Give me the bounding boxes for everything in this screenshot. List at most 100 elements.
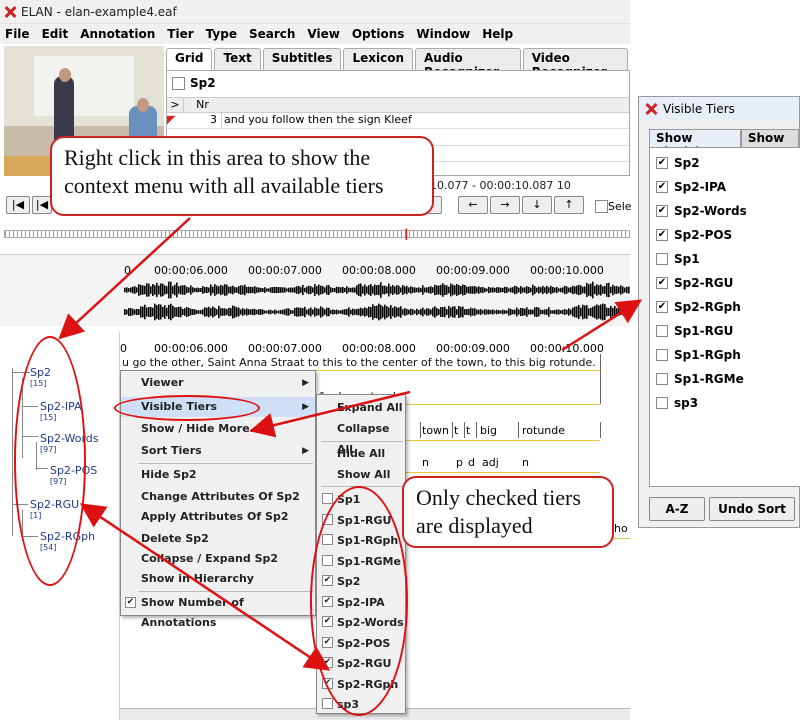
sp2-annotation[interactable]: u go the other, Saint Anna Straat to thi… (122, 356, 596, 369)
ruler-tick: 00:00:08.000 (342, 264, 416, 277)
checkbox-checked-icon[interactable]: ✔ (656, 181, 668, 193)
tab-subtitles[interactable]: Subtitles (262, 48, 342, 70)
word-annotation[interactable]: t (454, 424, 458, 437)
table-row[interactable]: ◤ 3 and you follow then the sign Kleef (167, 113, 629, 129)
menu-item-show-hide-more[interactable]: Show / Hide More... (121, 419, 315, 439)
dialog-tier-sp1-rgph[interactable]: Sp1-RGph (656, 344, 741, 366)
dialog-tier-sp2-ipa[interactable]: ✔ Sp2-IPA (656, 176, 726, 198)
word-annotation[interactable]: t (466, 424, 470, 437)
dialog-tier-sp2-words[interactable]: ✔ Sp2-Words (656, 200, 747, 222)
dialog-tier-sp2-pos[interactable]: ✔ Sp2-POS (656, 224, 732, 246)
menu-item-collapse-all[interactable]: Collapse All (317, 418, 405, 456)
dialog-tier-label: Sp2-IPA (674, 180, 727, 194)
menu-item-sort-tiers[interactable]: Sort Tiers ▶ (121, 441, 315, 461)
dialog-tier-sp1-rgu[interactable]: Sp1-RGU (656, 320, 733, 342)
tab-video-recognizer[interactable]: Video Recognizer (522, 48, 628, 79)
menu-window[interactable]: Window (411, 27, 477, 41)
menu-item-hide-all[interactable]: Hide All (317, 443, 405, 464)
grid-tier-checkbox[interactable] (172, 76, 185, 90)
menu-item-apply-attributes[interactable]: Apply Attributes Of Sp2 (121, 507, 315, 527)
menu-item-change-attributes[interactable]: Change Attributes Of Sp2 (121, 487, 315, 507)
dialog-tier-sp2-rgph[interactable]: ✔ Sp2-RGph (656, 296, 741, 318)
dialog-tier-sp1-rgme[interactable]: Sp1-RGMe (656, 368, 744, 390)
menu-help[interactable]: Help (477, 27, 520, 41)
menu-options[interactable]: Options (347, 27, 412, 41)
checkbox-checked-icon[interactable]: ✔ (656, 277, 668, 289)
menu-edit[interactable]: Edit (37, 27, 76, 41)
pos-annotation[interactable]: p (456, 456, 463, 469)
dialog-tier-sp1[interactable]: Sp1 (656, 248, 700, 270)
window-title: ELAN - elan-example4.eaf (21, 4, 177, 19)
dialog-tier-sp2[interactable]: ✔ Sp2 (656, 152, 700, 174)
dialog-tier-label: Sp1-RGph (674, 348, 741, 362)
menu-item-collapse-expand[interactable]: Collapse / Expand Sp2 (121, 549, 315, 569)
crosshair-marker-icon[interactable]: I (404, 226, 414, 244)
callout-right-click: Right click in this area to show the con… (50, 136, 434, 216)
menu-item-viewer[interactable]: Viewer ▶ (121, 373, 315, 393)
highlight-ellipse (14, 336, 86, 586)
checkbox-unchecked-icon[interactable] (656, 349, 668, 361)
menu-annotation[interactable]: Annotation (75, 27, 162, 41)
checkbox-checked-icon: ✔ (125, 597, 136, 608)
word-annotation[interactable]: rotunde (522, 424, 565, 437)
word-annotation[interactable]: big (480, 424, 497, 437)
checkbox-unchecked-icon[interactable] (656, 253, 668, 265)
dialog-tier-label: sp3 (674, 396, 699, 410)
menu-item-delete-tier[interactable]: Delete Sp2 (121, 529, 315, 549)
undo-sort-button[interactable]: Undo Sort (709, 497, 795, 521)
dialog-tier-label: Sp2-POS (674, 228, 733, 242)
sort-a-z-button[interactable]: A-Z (649, 497, 705, 521)
menu-bar: File Edit Annotation Tier Type Search Vi… (0, 24, 630, 44)
menu-tier[interactable]: Tier (162, 27, 200, 41)
timeline-slider[interactable] (4, 230, 630, 238)
dialog-tier-label: Sp2 (674, 156, 700, 170)
checkbox-checked-icon[interactable]: ✔ (656, 205, 668, 217)
visible-tiers-dialog: Visible Tiers Show Tier(s) Show L ✔Sp2✔S… (638, 96, 800, 528)
submenu-arrow-icon: ▶ (302, 446, 309, 456)
checkbox-unchecked-icon[interactable] (656, 373, 668, 385)
checkbox-unchecked-icon[interactable] (656, 325, 668, 337)
tab-audio-recognizer[interactable]: Audio Recognizer (415, 48, 521, 79)
ruler-tick: 00:00:10.000 (530, 342, 604, 355)
checkbox-checked-icon[interactable]: ✔ (656, 157, 668, 169)
menu-item-hide-tier[interactable]: Hide Sp2 (121, 465, 315, 485)
word-annotation[interactable]: town (422, 424, 449, 437)
rgph-annotation[interactable]: ho (614, 522, 628, 535)
row-number: 3 (210, 113, 217, 126)
go-to-start-icon[interactable]: |◀ (6, 196, 30, 214)
down-arrow-button[interactable]: ↓ (522, 196, 552, 214)
callout-checked-tiers: Only checked tiers are displayed (402, 476, 614, 548)
menu-file[interactable]: File (0, 27, 37, 41)
ruler-tick: 00:00:07.000 (248, 342, 322, 355)
left-arrow-button[interactable]: ← (458, 196, 488, 214)
callout-text: Only checked tiers (416, 485, 581, 510)
checkbox-checked-icon[interactable]: ✔ (656, 229, 668, 241)
right-arrow-button[interactable]: → (490, 196, 520, 214)
submenu-arrow-icon: ▶ (302, 402, 309, 412)
tab-grid[interactable]: Grid (166, 48, 213, 70)
selection-mode-checkbox[interactable] (595, 200, 608, 213)
ruler-tick: 00:00:10.000 (530, 264, 604, 277)
up-arrow-button[interactable]: ↑ (554, 196, 584, 214)
current-row-icon: ◤ (167, 113, 176, 126)
menu-view[interactable]: View (302, 27, 346, 41)
dialog-tier-sp3[interactable]: sp3 (656, 392, 698, 414)
tab-text[interactable]: Text (214, 48, 261, 70)
menu-item-show-in-hierarchy[interactable]: Show in Hierarchy (121, 569, 315, 589)
dialog-title-bar: Visible Tiers (639, 97, 799, 121)
menu-item-show-number-annotations[interactable]: ✔ Show Number of Annotations (121, 593, 315, 629)
pos-annotation[interactable]: n (522, 456, 529, 469)
tab-lexicon[interactable]: Lexicon (343, 48, 414, 70)
dialog-tier-sp2-rgu[interactable]: ✔ Sp2-RGU (656, 272, 733, 294)
menu-type[interactable]: Type (201, 27, 244, 41)
pos-annotation[interactable]: adj (482, 456, 499, 469)
pos-annotation[interactable]: n (422, 456, 429, 469)
menu-item-expand-all[interactable]: Expand All (317, 397, 405, 418)
checkbox-checked-icon[interactable]: ✔ (656, 301, 668, 313)
pos-annotation[interactable]: d (468, 456, 475, 469)
menu-item-show-all[interactable]: Show All (317, 464, 405, 485)
checkbox-unchecked-icon[interactable] (656, 397, 668, 409)
menu-search[interactable]: Search (244, 27, 302, 41)
step-back-icon[interactable]: |◀ (32, 196, 52, 214)
grid-tier-name[interactable]: Sp2 (190, 76, 216, 90)
